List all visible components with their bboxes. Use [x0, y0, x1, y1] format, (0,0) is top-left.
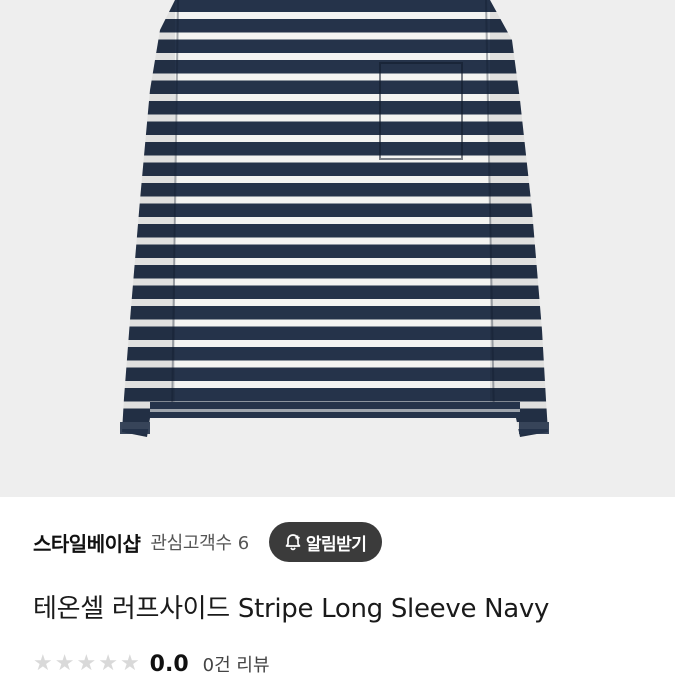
- rating-row: ★ ★ ★ ★ ★ 0.0 0건 리뷰: [33, 650, 270, 678]
- rating-stars: ★ ★ ★ ★ ★: [33, 653, 142, 675]
- rating-score: 0.0: [149, 651, 189, 677]
- star-icon: ★: [54, 651, 75, 676]
- alert-subscribe-button[interactable]: 알림받기: [268, 522, 383, 562]
- followers-count: 6: [237, 533, 249, 554]
- shirt-illustration: [120, 0, 549, 437]
- store-info-row: 스타일베이샵 관심고객수 6 알림받기: [33, 521, 655, 563]
- product-title: 테온셀 러프사이드 Stripe Long Sleeve Navy: [33, 594, 550, 624]
- bell-plus-icon: [283, 532, 303, 552]
- alert-button-label: 알림받기: [305, 534, 367, 555]
- product-image[interactable]: [0, 0, 675, 497]
- store-name[interactable]: 스타일베이샵: [33, 528, 141, 557]
- review-count-link[interactable]: 0건 리뷰: [203, 651, 270, 677]
- followers-label: 관심고객수 6: [150, 529, 249, 555]
- star-icon: ★: [33, 651, 53, 676]
- star-icon: ★: [76, 651, 97, 676]
- followers-text: 관심고객수: [150, 533, 232, 554]
- star-icon: ★: [98, 651, 118, 676]
- star-icon: ★: [119, 651, 140, 676]
